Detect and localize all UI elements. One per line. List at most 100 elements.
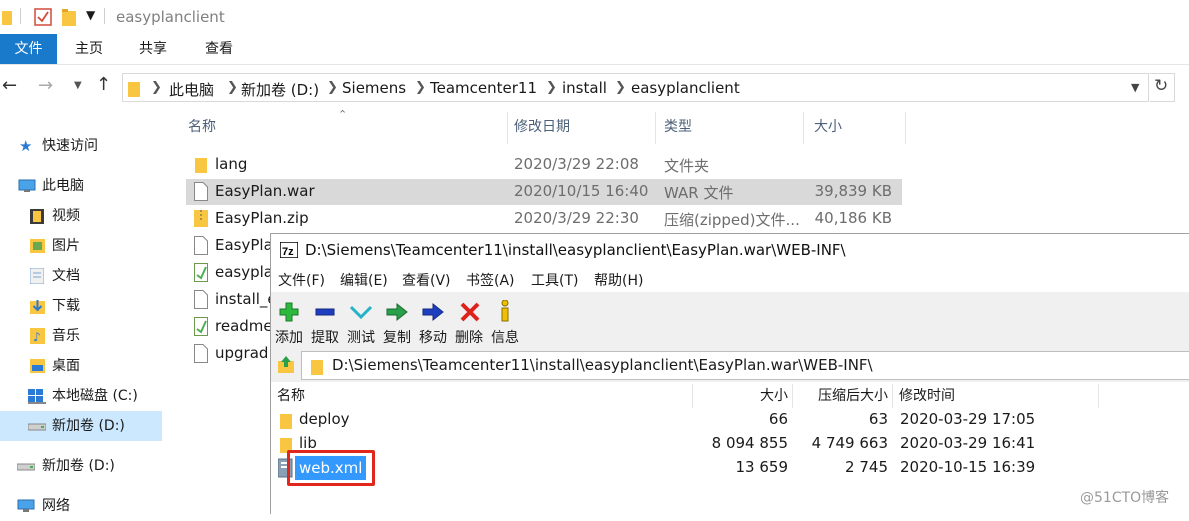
tab-file[interactable]: 文件 (0, 34, 57, 64)
file-row[interactable]: EasyPlan.war 2020/10/15 16:40 WAR 文件 39,… (186, 179, 902, 205)
archive-row[interactable]: deploy 66 63 2020-03-29 17:05 (271, 408, 1189, 432)
file-row[interactable]: readme (186, 314, 273, 340)
menu-bar: 文件(F) 编辑(E) 查看(V) 书签(A) 工具(T) 帮助(H) (271, 266, 1189, 292)
breadcrumb-siemens[interactable]: Siemens (342, 79, 406, 97)
chevron-right-icon[interactable]: ❯ (615, 80, 626, 95)
pictures-icon (30, 239, 45, 253)
sidebar-item-label: 快速访问 (42, 138, 98, 154)
archive-path: D:\Siemens\Teamcenter11\install\easyplan… (332, 356, 873, 374)
test-button[interactable]: 测试 (343, 296, 379, 346)
delete-x-icon (460, 302, 480, 322)
star-icon: ★ (19, 137, 33, 155)
file-row[interactable]: lang 2020/3/29 22:08 文件夹 (186, 152, 902, 178)
svg-text:♪: ♪ (33, 330, 41, 344)
address-bar[interactable]: ❯ 此电脑 ❯ 新加卷 (D:) ❯ Siemens ❯ Teamcenter1… (122, 73, 1149, 102)
archive-item-mtime: 2020-03-29 16:41 (900, 434, 1036, 452)
svg-text:7z: 7z (282, 246, 294, 258)
breadcrumb-easyplanclient[interactable]: easyplanclient (631, 79, 740, 97)
info-icon (501, 300, 509, 322)
column-header-name[interactable]: 名称 (277, 384, 693, 408)
address-dropdown-icon[interactable]: ▼ (1131, 81, 1139, 94)
tab-view[interactable]: 查看 (192, 34, 246, 64)
menu-file[interactable]: 文件(F) (278, 270, 325, 290)
file-date: 2020/3/29 22:08 (514, 155, 639, 173)
folder-icon[interactable] (2, 9, 12, 25)
breadcrumb-install[interactable]: install (562, 79, 607, 97)
menu-help[interactable]: 帮助(H) (594, 270, 643, 290)
column-header-modified[interactable]: 修改时间 (899, 384, 1099, 408)
sidebar-item-this-pc[interactable]: 此电脑 (0, 171, 165, 201)
tab-home[interactable]: 主页 (62, 34, 116, 64)
chevron-right-icon[interactable]: ❯ (546, 80, 557, 95)
new-folder-icon[interactable] (62, 8, 76, 26)
info-button[interactable]: 信息 (487, 296, 523, 346)
sidebar-item-quick-access[interactable]: ★ 快速访问 (0, 131, 165, 161)
up-folder-icon[interactable] (278, 355, 294, 373)
chevron-right-icon[interactable]: ❯ (151, 80, 162, 95)
delete-label: 删除 (455, 330, 483, 346)
menu-view[interactable]: 查看(V) (402, 270, 451, 290)
download-icon (30, 300, 45, 314)
archive-row[interactable]: lib 8 094 855 4 749 663 2020-03-29 16:41 (271, 432, 1189, 456)
refresh-button[interactable]: ↻ (1150, 73, 1175, 102)
column-header-date[interactable]: 修改日期 (510, 112, 656, 144)
column-header-type[interactable]: 类型 (660, 112, 804, 144)
file-row[interactable]: install_e (186, 287, 277, 313)
column-header-name[interactable]: 名称 (184, 112, 508, 144)
breadcrumb-this-pc[interactable]: 此电脑 (169, 79, 214, 100)
sidebar-item-desktop[interactable]: 桌面 (0, 351, 165, 381)
chevron-right-icon[interactable]: ❯ (415, 80, 426, 95)
archive-row[interactable]: web.xml 13 659 2 745 2020-10-15 16:39 (271, 456, 1189, 480)
menu-edit[interactable]: 编辑(E) (340, 270, 388, 290)
file-name: readme (215, 317, 273, 335)
column-header-packed-size[interactable]: 压缩后大小 (793, 384, 893, 408)
sidebar-item-d-drive[interactable]: 新加卷 (D:) (0, 411, 162, 441)
chevron-right-icon[interactable]: ❯ (227, 80, 238, 95)
sidebar-item-c-drive[interactable]: 本地磁盘 (C:) (0, 381, 165, 411)
windows-drive-icon (28, 389, 46, 404)
extract-button[interactable]: 提取 (307, 296, 343, 346)
forward-arrow-icon[interactable]: → (38, 75, 53, 96)
file-row[interactable]: EasyPlan (186, 233, 282, 259)
file-icon (194, 344, 208, 363)
sidebar-item-documents[interactable]: 文档 (0, 261, 165, 291)
copy-button[interactable]: 复制 (379, 296, 415, 346)
title-bar: ▼ easyplanclient (0, 0, 1189, 34)
add-button[interactable]: 添加 (271, 296, 307, 346)
breadcrumb-teamcenter11[interactable]: Teamcenter11 (430, 79, 537, 97)
file-row[interactable]: easypla (186, 260, 273, 286)
file-icon (194, 236, 208, 255)
sidebar-item-pictures[interactable]: 图片 (0, 231, 165, 261)
customize-qa-dropdown[interactable]: ▼ (86, 8, 95, 22)
chevron-right-icon[interactable]: ❯ (327, 80, 338, 95)
tab-share[interactable]: 共享 (126, 34, 180, 64)
move-label: 移动 (419, 330, 447, 346)
archive-item-size: 8 094 855 (711, 434, 788, 452)
recent-locations-icon[interactable]: ▼ (74, 80, 82, 91)
file-size: 40,186 KB (814, 209, 892, 227)
sidebar-item-network[interactable]: 网络 (0, 491, 165, 521)
back-arrow-icon[interactable]: ← (2, 75, 17, 96)
file-row[interactable]: upgrad (186, 341, 270, 367)
delete-button[interactable]: 删除 (451, 296, 487, 346)
up-arrow-icon[interactable]: ↑ (96, 74, 111, 95)
breadcrumb-d-drive[interactable]: 新加卷 (D:) (241, 79, 319, 100)
file-row[interactable]: EasyPlan.zip 2020/3/29 22:30 压缩(zipped)文… (186, 206, 902, 232)
sidebar-item-videos[interactable]: 视频 (0, 201, 165, 231)
drive-icon (17, 463, 35, 471)
sidebar-item-label: 此电脑 (42, 178, 84, 194)
network-icon (17, 499, 35, 512)
sidebar-item-downloads[interactable]: 下载 (0, 291, 165, 321)
move-button[interactable]: 移动 (415, 296, 451, 346)
archive-path-field[interactable]: D:\Siemens\Teamcenter11\install\easyplan… (301, 351, 1189, 380)
column-header-size[interactable]: 大小 (693, 384, 793, 408)
column-header-size[interactable]: 大小 (810, 112, 906, 144)
menu-tools[interactable]: 工具(T) (531, 270, 578, 290)
sidebar-item-music[interactable]: ♪ 音乐 (0, 321, 165, 351)
zip-file-icon (194, 210, 208, 227)
file-type: WAR 文件 (664, 184, 734, 202)
archive-item-mtime: 2020-03-29 17:05 (900, 410, 1036, 428)
sidebar-item-d-drive-2[interactable]: 新加卷 (D:) (0, 451, 165, 481)
menu-bookmarks[interactable]: 书签(A) (466, 270, 515, 290)
properties-icon[interactable] (34, 8, 52, 26)
